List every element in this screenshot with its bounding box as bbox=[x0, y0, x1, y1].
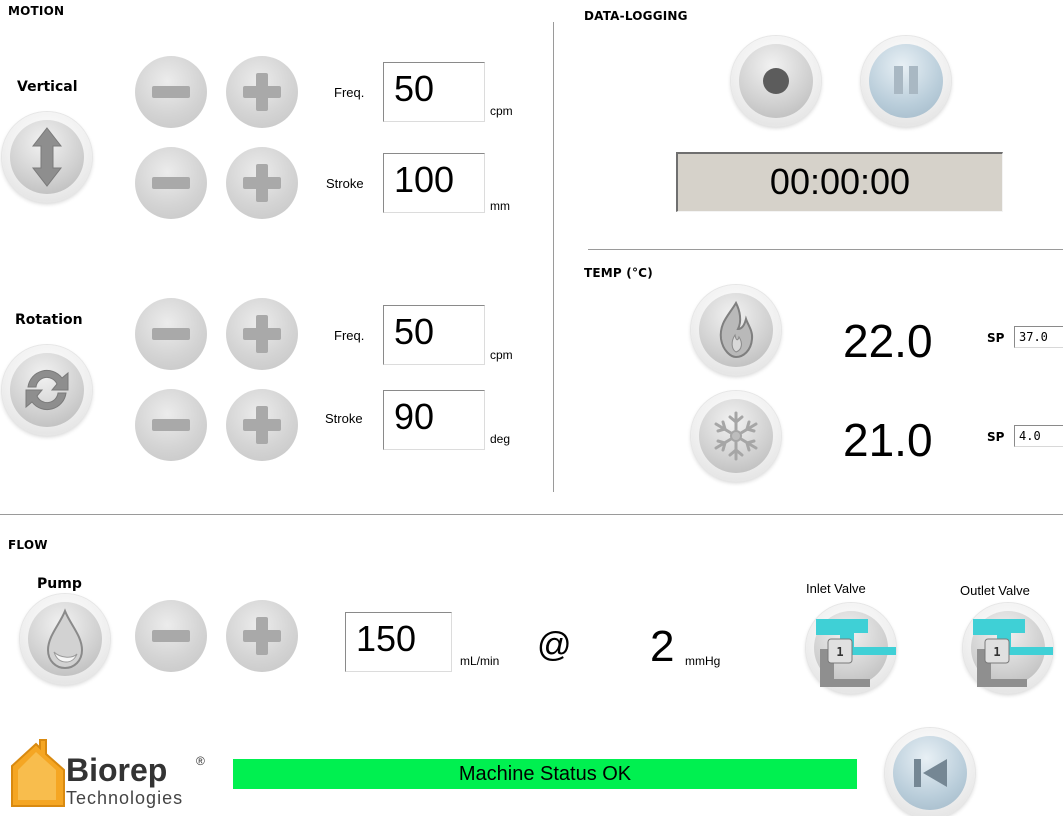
minus-icon bbox=[152, 328, 190, 340]
flame-icon bbox=[719, 300, 754, 359]
temp-section-title: TEMP (°C) bbox=[584, 266, 653, 280]
vertical-stroke-input[interactable]: 100 bbox=[383, 153, 485, 213]
heater-button[interactable] bbox=[691, 285, 781, 375]
minus-icon bbox=[152, 630, 190, 642]
rotation-stroke-unit: deg bbox=[490, 432, 511, 446]
vertical-label: Vertical bbox=[17, 79, 78, 95]
water-drop-icon bbox=[46, 608, 84, 670]
pause-button[interactable] bbox=[861, 36, 951, 126]
valve-icon: 1 bbox=[973, 619, 1053, 687]
vertical-freq-unit: cpm bbox=[490, 104, 513, 118]
outlet-valve-label: Outlet Valve bbox=[960, 583, 1030, 598]
plus-icon bbox=[256, 73, 268, 111]
pump-rate-input[interactable]: 150 bbox=[345, 612, 452, 672]
pump-button[interactable] bbox=[20, 594, 110, 684]
flow-divider bbox=[0, 514, 1063, 515]
rotation-mode-button[interactable] bbox=[2, 345, 92, 435]
pressure-readout: 2 bbox=[650, 622, 675, 671]
rotation-stroke-label: Stroke bbox=[325, 411, 363, 426]
cooler-button[interactable] bbox=[691, 391, 781, 481]
plus-icon bbox=[256, 406, 268, 444]
motion-section-title: MOTION bbox=[8, 4, 65, 18]
rotation-freq-increase-button[interactable] bbox=[226, 298, 298, 370]
logging-timer-display: 00:00:00 bbox=[676, 152, 1003, 212]
rotation-freq-decrease-button[interactable] bbox=[135, 298, 207, 370]
heater-sp-label: SP bbox=[987, 331, 1005, 345]
logo-name: Biorep bbox=[66, 752, 168, 788]
valve-icon: 1 bbox=[816, 619, 896, 687]
outlet-valve-position: 1 bbox=[993, 645, 1000, 659]
data-logging-section-title: DATA-LOGGING bbox=[584, 9, 688, 23]
machine-status-bar: Machine Status OK bbox=[233, 759, 857, 789]
minus-icon bbox=[152, 419, 190, 431]
plus-icon bbox=[256, 617, 268, 655]
at-symbol: @ bbox=[537, 626, 572, 664]
vertical-freq-input[interactable]: 50 bbox=[383, 62, 485, 122]
logo-reg: ® bbox=[196, 754, 205, 768]
rotation-freq-input[interactable]: 50 bbox=[383, 305, 485, 365]
rotation-label: Rotation bbox=[15, 312, 83, 328]
heater-temp-readout: 22.0 bbox=[843, 315, 933, 367]
rotation-stroke-decrease-button[interactable] bbox=[135, 389, 207, 461]
pause-icon bbox=[894, 66, 918, 94]
pressure-unit: mmHg bbox=[685, 654, 721, 668]
rotation-freq-unit: cpm bbox=[490, 348, 513, 362]
plus-icon bbox=[256, 315, 268, 353]
cooler-sp-label: SP bbox=[987, 430, 1005, 444]
vertical-mode-button[interactable] bbox=[2, 112, 92, 202]
vertical-freq-increase-button[interactable] bbox=[226, 56, 298, 128]
pump-rate-unit: mL/min bbox=[460, 654, 500, 668]
minus-icon bbox=[152, 177, 190, 189]
vertical-stroke-unit: mm bbox=[490, 199, 510, 213]
vertical-arrows-icon bbox=[31, 127, 63, 187]
cooler-setpoint-input[interactable]: 4.0 bbox=[1014, 425, 1063, 447]
skip-back-icon bbox=[914, 759, 947, 787]
record-button[interactable] bbox=[731, 36, 821, 126]
cooler-temp-readout: 21.0 bbox=[843, 414, 933, 466]
inlet-valve-button[interactable]: 1 bbox=[806, 603, 896, 693]
inlet-valve-position: 1 bbox=[836, 645, 843, 659]
vertical-stroke-label: Stroke bbox=[326, 176, 364, 191]
biorep-logo: Biorep ® Technologies bbox=[8, 736, 208, 811]
vertical-freq-label: Freq. bbox=[334, 85, 365, 100]
flow-section-title: FLOW bbox=[8, 538, 48, 552]
rotate-arrows-icon bbox=[25, 369, 69, 411]
vertical-freq-decrease-button[interactable] bbox=[135, 56, 207, 128]
house-logo-icon bbox=[11, 739, 65, 807]
logo-sub: Technologies bbox=[66, 788, 184, 808]
plus-icon bbox=[256, 164, 268, 202]
rotation-freq-label: Freq. bbox=[334, 328, 365, 343]
snowflake-icon bbox=[714, 411, 758, 461]
heater-setpoint-input[interactable]: 37.0 bbox=[1014, 326, 1063, 348]
pump-label: Pump bbox=[37, 576, 82, 592]
record-icon bbox=[763, 68, 789, 94]
back-button[interactable] bbox=[885, 728, 975, 816]
minus-icon bbox=[152, 86, 190, 98]
outlet-valve-button[interactable]: 1 bbox=[963, 603, 1053, 693]
datalog-temp-divider bbox=[588, 249, 1063, 250]
vertical-stroke-increase-button[interactable] bbox=[226, 147, 298, 219]
vertical-stroke-decrease-button[interactable] bbox=[135, 147, 207, 219]
vertical-divider bbox=[553, 22, 554, 492]
pump-rate-increase-button[interactable] bbox=[226, 600, 298, 672]
inlet-valve-label: Inlet Valve bbox=[806, 581, 866, 596]
rotation-stroke-increase-button[interactable] bbox=[226, 389, 298, 461]
pump-rate-decrease-button[interactable] bbox=[135, 600, 207, 672]
rotation-stroke-input[interactable]: 90 bbox=[383, 390, 485, 450]
